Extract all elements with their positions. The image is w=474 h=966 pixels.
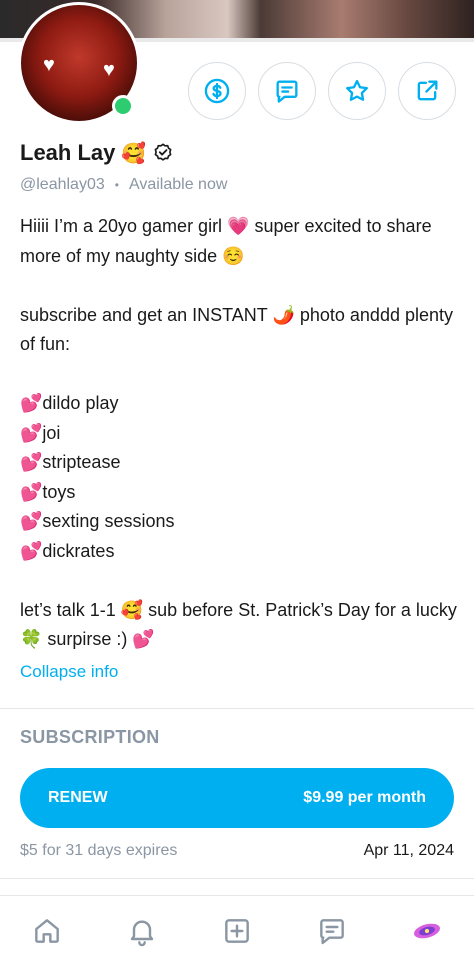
profile-bio: Hiiii I’m a 20yo gamer girl 💗 super exci… [20, 212, 460, 655]
renew-label: RENEW [48, 789, 108, 806]
messages-icon [319, 919, 344, 945]
tip-button[interactable] [188, 62, 246, 120]
tab-home[interactable] [23, 907, 71, 955]
online-status-dot [112, 95, 134, 117]
message-button[interactable] [258, 62, 316, 120]
expiry-label: $5 for 31 days expires [20, 842, 178, 859]
profile-handle: @leahlay03 [20, 176, 105, 193]
bio-offer: subscribe and get an INSTANT 🌶️ photo an… [20, 304, 454, 355]
tab-messages[interactable] [308, 907, 356, 955]
meta-separator: • [114, 178, 119, 192]
bio-list-item: 💕toys [20, 481, 76, 502]
bell-icon [130, 920, 154, 947]
name-emoji: 🥰 [121, 142, 147, 165]
availability-status: Available now [128, 176, 228, 193]
message-icon [276, 80, 298, 103]
profile-name-row: Leah Lay 🥰 [20, 140, 174, 166]
home-icon [35, 919, 60, 943]
tab-notifications[interactable] [118, 907, 166, 955]
bottom-tab-bar [0, 895, 474, 966]
bio-list-item: 💕dildo play [20, 393, 119, 413]
renew-price: $9.99 per month [303, 789, 426, 806]
star-icon [346, 79, 368, 101]
subscription-expiry-row: $5 for 31 days expires Apr 11, 2024 [20, 842, 454, 860]
profile-name: Leah Lay [20, 140, 116, 165]
section-divider [0, 708, 474, 709]
bio-intro: Hiiii I’m a 20yo gamer girl 💗 super exci… [20, 216, 432, 266]
bio-list-item: 💕sexting sessions [20, 511, 175, 531]
collapse-info-link[interactable]: Collapse info [20, 662, 118, 682]
bio-closing: let’s talk 1-1 🥰 sub before St. Patrick’… [20, 599, 457, 650]
profile-meta-row: @leahlay03 • Available now [20, 176, 227, 194]
renew-button[interactable]: RENEW $9.99 per month [20, 768, 454, 828]
share-icon [417, 80, 438, 101]
dollar-icon [204, 78, 230, 104]
expiry-date: Apr 11, 2024 [363, 842, 454, 859]
heart-sticker-left: ♥ [43, 54, 55, 76]
heart-sticker-right: ♥ [103, 59, 115, 81]
verified-badge-icon [154, 143, 172, 161]
bio-list-item: 💕striptease [20, 452, 121, 472]
subscription-title: SUBSCRIPTION [20, 727, 160, 747]
share-button[interactable] [398, 62, 456, 120]
profile-avatar-icon [413, 923, 440, 939]
add-post-icon [225, 919, 249, 943]
tab-profile[interactable] [403, 907, 451, 955]
section-divider [0, 878, 474, 879]
bio-list-item: 💕dickrates [20, 540, 115, 561]
favorite-button[interactable] [328, 62, 386, 120]
tab-new-post[interactable] [213, 907, 261, 955]
bio-list-item: 💕joi [20, 422, 61, 443]
profile-action-buttons [188, 62, 456, 120]
